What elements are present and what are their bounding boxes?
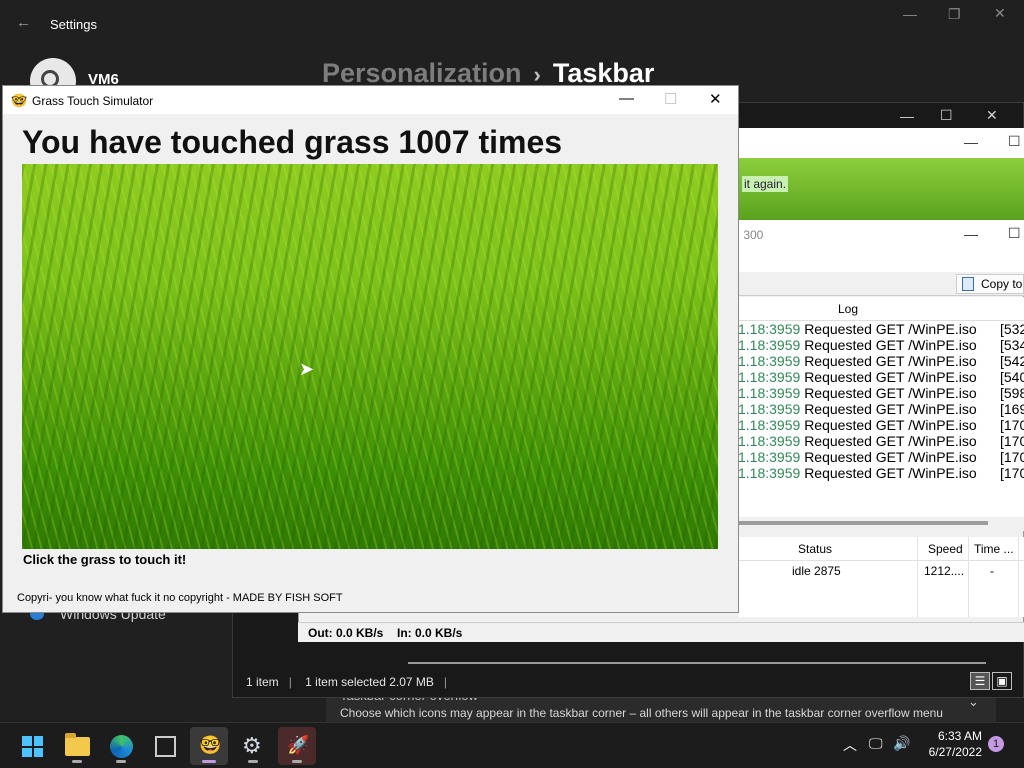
gts-titlebar[interactable]: 🤓 Grass Touch Simulator — ☐ ✕: [3, 86, 738, 114]
notification-badge[interactable]: 1: [988, 736, 1004, 752]
clock[interactable]: 6:33 AM 6/27/2022: [922, 728, 982, 760]
explorer-status-bar: 1 item | 1 item selected 2.07 MB |: [246, 675, 448, 689]
vm-icon: [155, 736, 176, 757]
subwindow-title: ̀ 300: [740, 228, 764, 242]
log-row: 1.18:3959 Requested GET /WinPE.iso [540: [738, 369, 1024, 385]
log-row: 1.18:3959 Requested GET /WinPE.iso [170: [738, 449, 1024, 465]
cell-speed: 1212....: [924, 564, 965, 578]
scrollbar-thumb[interactable]: [738, 521, 988, 525]
mouse-cursor-icon: ➤: [299, 359, 315, 379]
log-row: 1.18:3959 Requested GET /WinPE.iso [598: [738, 385, 1024, 401]
horizontal-scrollbar[interactable]: [738, 517, 1024, 531]
clipboard-icon: [962, 277, 974, 291]
minimize-icon[interactable]: —: [900, 108, 914, 124]
taskbar-grass-simulator[interactable]: 🤓: [190, 727, 228, 765]
cell-status: idle 2875: [792, 564, 841, 578]
taskbar: 🤓 ⚙ 🚀 ︿ 🖵 🔊: [0, 722, 1024, 768]
settings-icon: ⚙: [242, 733, 262, 758]
running-indicator: [248, 760, 258, 763]
banner-text: it again.: [742, 176, 789, 192]
taskbar-hfs[interactable]: 🚀: [278, 727, 316, 765]
edge-icon: [110, 735, 133, 758]
out-speed: Out: 0.0 KB/s: [308, 626, 384, 640]
cell-time: -: [990, 564, 994, 578]
taskbar-file-explorer[interactable]: [58, 727, 96, 765]
start-icon: [22, 736, 43, 757]
chevron-up-icon[interactable]: ︿: [843, 735, 857, 755]
maximize-icon[interactable]: ☐: [940, 107, 953, 124]
maximize-icon: ☐: [664, 91, 678, 108]
close-icon[interactable]: ✕: [994, 5, 1006, 22]
settings-title: Settings: [50, 17, 97, 32]
nerd-face-icon: 🤓: [11, 93, 28, 108]
minimize-icon[interactable]: —: [903, 6, 917, 22]
window-title: Grass Touch Simulator: [32, 94, 154, 108]
breadcrumb-parent[interactable]: Personalization: [322, 58, 522, 88]
hfs-status-bar: Out: 0.0 KB/s In: 0.0 KB/s: [298, 622, 1024, 642]
log-list[interactable]: 1.18:3959 Requested GET /WinPE.iso [532 1…: [738, 321, 1024, 517]
table-header: Status Speed Time ...: [738, 537, 1024, 561]
log-row: 1.18:3959 Requested GET /WinPE.iso [170: [738, 465, 1024, 481]
status-item-count: 1 item: [246, 675, 279, 689]
copyright-label: Copyri- you know what fuck it no copyrig…: [17, 592, 343, 604]
maximize-icon[interactable]: ☐: [1008, 133, 1021, 150]
running-indicator: [72, 760, 82, 763]
start-button[interactable]: [13, 727, 51, 765]
log-row: 1.18:3959 Requested GET /WinPE.iso [542: [738, 353, 1024, 369]
minimize-icon[interactable]: —: [619, 90, 634, 107]
volume-icon[interactable]: 🔊: [893, 735, 910, 752]
table-row[interactable]: idle 2875 1212.... -: [738, 561, 1024, 581]
maximize-icon[interactable]: ☐: [1008, 225, 1021, 242]
section-description: Choose which icons may appear in the tas…: [340, 706, 943, 720]
page-title: Taskbar: [552, 58, 655, 88]
column-speed[interactable]: Speed: [928, 542, 963, 556]
touch-counter-heading: You have touched grass 1007 times: [22, 124, 563, 160]
log-row: 1.18:3959 Requested GET /WinPE.iso [170: [738, 417, 1024, 433]
status-selection: 1 item selected 2.07 MB: [305, 675, 434, 689]
taskbar-settings[interactable]: ⚙: [234, 727, 272, 765]
column-divider: [917, 537, 918, 617]
log-row: 1.18:3959 Requested GET /WinPE.iso [169: [738, 401, 1024, 417]
taskbar-edge[interactable]: [102, 727, 140, 765]
hfs-icon: 🚀: [287, 735, 310, 755]
breadcrumb-separator-icon: ›: [533, 62, 541, 87]
file-explorer-icon: [65, 733, 90, 756]
hfs-titlebar: — ☐: [738, 128, 1024, 158]
details-view-icon[interactable]: ☰: [970, 672, 990, 690]
close-icon[interactable]: ✕: [709, 90, 722, 108]
grass-touch-simulator-window: 🤓 Grass Touch Simulator — ☐ ✕ You have t…: [2, 85, 739, 613]
column-status[interactable]: Status: [798, 542, 832, 556]
grass-image[interactable]: [22, 164, 718, 549]
log-row: 1.18:3959 Requested GET /WinPE.iso [170: [738, 433, 1024, 449]
column-divider: [968, 537, 969, 617]
log-row: 1.18:3959 Requested GET /WinPE.iso [534: [738, 337, 1024, 353]
running-indicator: [202, 760, 216, 763]
close-icon[interactable]: ✕: [986, 107, 998, 124]
divider: [408, 662, 986, 664]
back-arrow-icon[interactable]: ←: [16, 14, 31, 31]
log-row: 1.18:3959 Requested GET /WinPE.iso [532: [738, 321, 1024, 337]
log-column-header[interactable]: Log: [838, 302, 858, 316]
column-time[interactable]: Time ...: [974, 542, 1014, 556]
clock-date: 6/27/2022: [928, 745, 982, 759]
in-speed: In: 0.0 KB/s: [397, 626, 463, 640]
tiles-view-icon[interactable]: ▣: [992, 672, 1012, 690]
taskbar-vm[interactable]: [146, 727, 184, 765]
clock-time: 6:33 AM: [937, 729, 982, 743]
hfs-subwindow-titlebar: ̀ 300 — ☐: [738, 220, 1024, 272]
grass-simulator-icon: 🤓: [199, 735, 222, 755]
minimize-icon[interactable]: —: [964, 134, 978, 150]
running-indicator: [116, 760, 126, 763]
log-header: Log: [738, 297, 1024, 321]
connections-table: Status Speed Time ... idle 2875 1212....…: [738, 537, 1024, 617]
minimize-icon[interactable]: —: [964, 226, 978, 242]
instruction-label: Click the grass to touch it!: [23, 552, 187, 567]
column-divider: [1018, 537, 1019, 617]
network-icon[interactable]: 🖵: [869, 735, 883, 752]
maximize-icon[interactable]: ❐: [948, 6, 961, 23]
running-indicator: [292, 760, 302, 763]
